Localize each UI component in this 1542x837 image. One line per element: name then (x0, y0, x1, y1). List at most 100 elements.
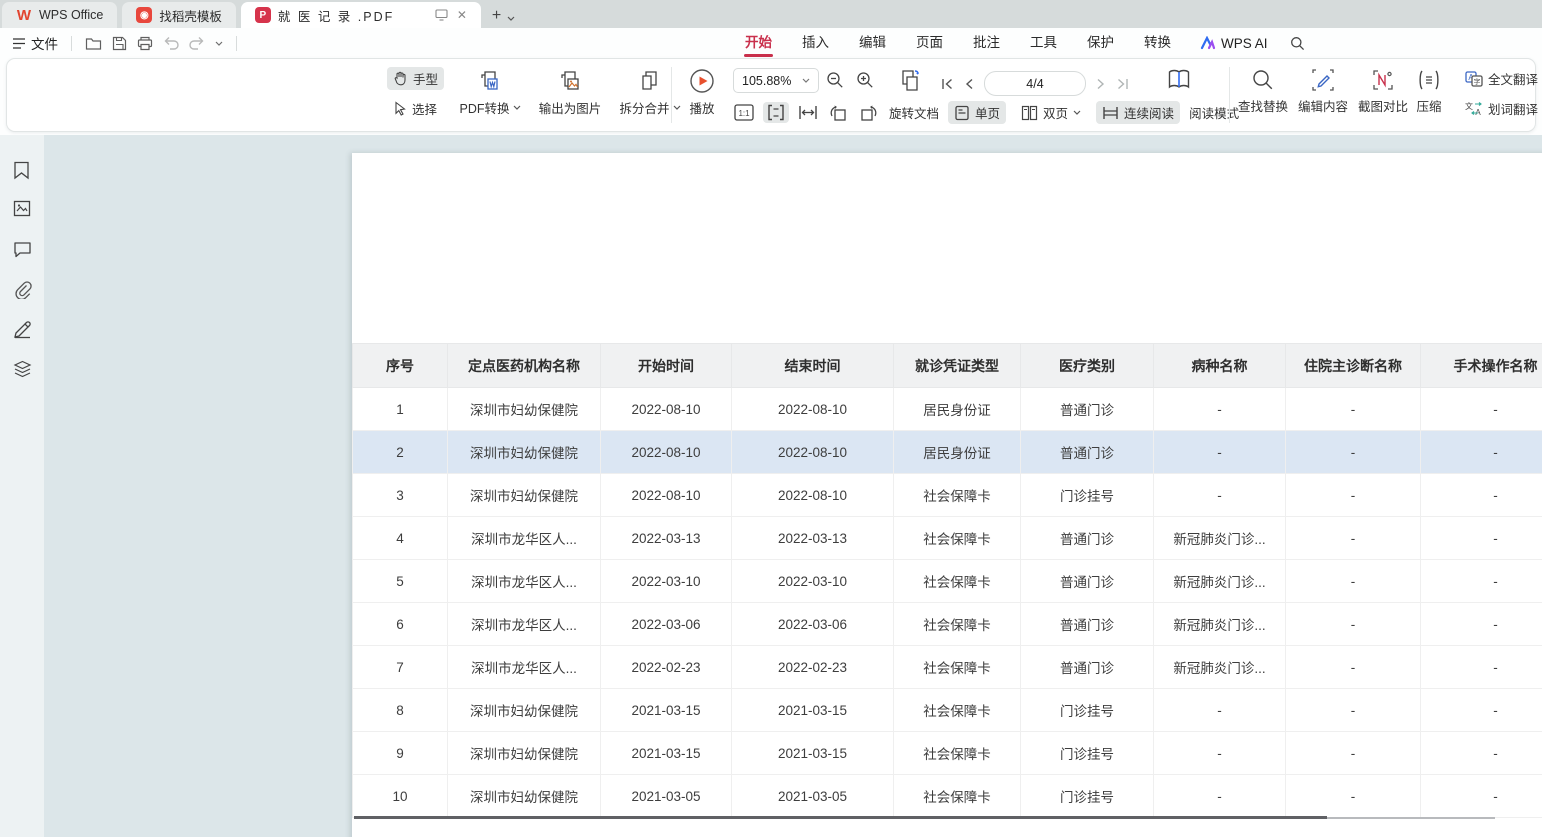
close-tab-icon[interactable]: ✕ (457, 8, 467, 22)
pdf-convert-label: PDF转换 (459, 98, 509, 117)
table-cell: 5 (353, 560, 448, 603)
read-mode-book-icon[interactable] (1165, 67, 1193, 93)
tab-docer-templates[interactable]: ◉ 找稻壳模板 (122, 2, 236, 28)
ribbon-tab-page[interactable]: 页面 (901, 28, 958, 58)
thumbnail-panel-icon[interactable] (13, 200, 31, 217)
bookmark-icon[interactable] (13, 161, 30, 180)
table-cell: - (1421, 517, 1542, 560)
first-page-icon[interactable] (941, 77, 954, 91)
pdf-convert-button[interactable]: PDF转换 (453, 68, 527, 117)
table-header-cell: 就诊凭证类型 (894, 344, 1021, 388)
ribbon-tab-tools[interactable]: 工具 (1015, 28, 1072, 58)
read-mode-label[interactable]: 阅读模式 (1189, 103, 1239, 122)
open-folder-icon[interactable] (85, 36, 102, 51)
wps-ai-label: WPS AI (1221, 36, 1268, 51)
split-merge-button[interactable]: 拆分合并 (613, 68, 687, 117)
table-cell: 普通门诊 (1021, 517, 1154, 560)
ribbon-tab-comment[interactable]: 批注 (958, 28, 1015, 58)
monitor-icon[interactable] (435, 9, 448, 21)
new-tab-button[interactable]: + (492, 8, 501, 24)
full-translate-button[interactable]: A 字 全文翻译 (1459, 67, 1542, 90)
wps-ai-button[interactable]: WPS AI (1200, 36, 1268, 51)
table-cell: 2022-02-23 (601, 646, 732, 689)
redo-icon[interactable] (189, 36, 205, 50)
tab-medical-record-pdf[interactable]: P 就 医 记 录 .PDF ✕ (241, 2, 481, 28)
ribbon-tab-insert[interactable]: 插入 (787, 28, 844, 58)
replace-pages-icon[interactable] (897, 68, 923, 94)
table-header-cell: 手术操作名称 (1421, 344, 1542, 388)
actual-size-icon[interactable]: 1:1 (734, 104, 754, 121)
screenshot-compare-button[interactable]: 截图对比 (1355, 68, 1411, 115)
window-tab-bar: W WPS Office ◉ 找稻壳模板 P 就 医 记 录 .PDF ✕ + (0, 0, 1542, 28)
table-cell: 深圳市妇幼保健院 (448, 732, 601, 775)
select-tool-button[interactable]: 选择 (387, 97, 444, 120)
table-header-cell: 病种名称 (1154, 344, 1286, 388)
attachment-icon[interactable] (13, 280, 32, 299)
more-commands-chevron-icon[interactable] (215, 41, 223, 46)
ribbon-tab-protect[interactable]: 保护 (1072, 28, 1129, 58)
table-cell: 社会保障卡 (894, 775, 1021, 818)
tab-wps-office[interactable]: W WPS Office (2, 2, 117, 28)
table-cell: - (1286, 732, 1421, 775)
play-button[interactable]: 播放 (679, 68, 725, 117)
file-menu-button[interactable]: 文件 (12, 33, 58, 53)
fit-width-icon[interactable] (798, 104, 818, 121)
table-cell: 6 (353, 603, 448, 646)
table-cell: - (1286, 603, 1421, 646)
table-cell: 新冠肺炎门诊... (1154, 646, 1286, 689)
previous-page-icon[interactable] (964, 77, 974, 91)
zoom-level-select[interactable]: 105.88% (733, 68, 819, 93)
compress-button[interactable]: 压缩 (1407, 68, 1451, 115)
find-replace-button[interactable]: 查找替换 (1235, 68, 1291, 115)
table-cell: - (1421, 689, 1542, 732)
table-cell: 普通门诊 (1021, 646, 1154, 689)
print-icon[interactable] (137, 36, 153, 51)
double-page-button[interactable]: 双页 (1015, 101, 1087, 124)
single-page-button[interactable]: 单页 (948, 101, 1006, 124)
layers-icon[interactable] (13, 360, 32, 378)
export-image-icon (557, 68, 583, 94)
table-cell: - (1154, 388, 1286, 431)
left-panel-rail (0, 135, 44, 837)
save-icon[interactable] (112, 36, 127, 51)
tab-list-chevron-icon[interactable] (507, 16, 515, 21)
edit-content-button[interactable]: 编辑内容 (1295, 68, 1351, 115)
continuous-read-button[interactable]: 连续阅读 (1096, 101, 1180, 124)
single-page-icon (954, 105, 970, 121)
last-page-icon[interactable] (1116, 77, 1129, 91)
ribbon-tab-edit[interactable]: 编辑 (844, 28, 901, 58)
table-cell: 2022-02-23 (732, 646, 894, 689)
search-icon[interactable] (1290, 36, 1305, 51)
ribbon-tab-home[interactable]: 开始 (730, 28, 787, 58)
double-page-icon (1021, 105, 1038, 121)
word-translate-button[interactable]: 文 A 划词翻译 (1459, 97, 1542, 120)
table-row: 6深圳市龙华区人...2022-03-062022-03-06社会保障卡普通门诊… (353, 603, 1542, 646)
rotate-doc-label[interactable]: 旋转文档 (889, 103, 939, 122)
page-indicator-input[interactable]: 4/4 (984, 71, 1086, 96)
fit-page-icon[interactable] (763, 102, 789, 123)
rotate-right-icon[interactable] (858, 103, 880, 122)
chevron-down-icon (1073, 110, 1081, 115)
table-cell: 社会保障卡 (894, 560, 1021, 603)
comment-panel-icon[interactable] (13, 241, 32, 258)
next-page-icon[interactable] (1096, 77, 1106, 91)
table-row: 5深圳市龙华区人...2022-03-102022-03-10社会保障卡普通门诊… (353, 560, 1542, 603)
export-image-label: 输出为图片 (539, 98, 602, 117)
table-cell: 2022-08-10 (732, 388, 894, 431)
table-cell: 社会保障卡 (894, 474, 1021, 517)
wps-logo-icon: W (16, 7, 32, 23)
undo-icon[interactable] (163, 36, 179, 50)
table-cell: 2022-03-10 (601, 560, 732, 603)
rotate-left-icon[interactable] (827, 103, 849, 122)
zoom-out-icon[interactable] (826, 71, 844, 89)
compress-label: 压缩 (1416, 96, 1441, 115)
signature-pen-icon[interactable] (13, 320, 32, 339)
chevron-down-icon (513, 105, 521, 110)
export-image-button[interactable]: 输出为图片 (533, 68, 607, 117)
table-cell: 2022-08-10 (601, 388, 732, 431)
toolbar-wrap: 手型 选择 PDF转换 输出为图片 (0, 58, 1542, 135)
hand-tool-button[interactable]: 手型 (387, 67, 444, 90)
table-cell: 社会保障卡 (894, 646, 1021, 689)
zoom-in-icon[interactable] (856, 71, 874, 89)
ribbon-tab-convert[interactable]: 转换 (1129, 28, 1186, 58)
